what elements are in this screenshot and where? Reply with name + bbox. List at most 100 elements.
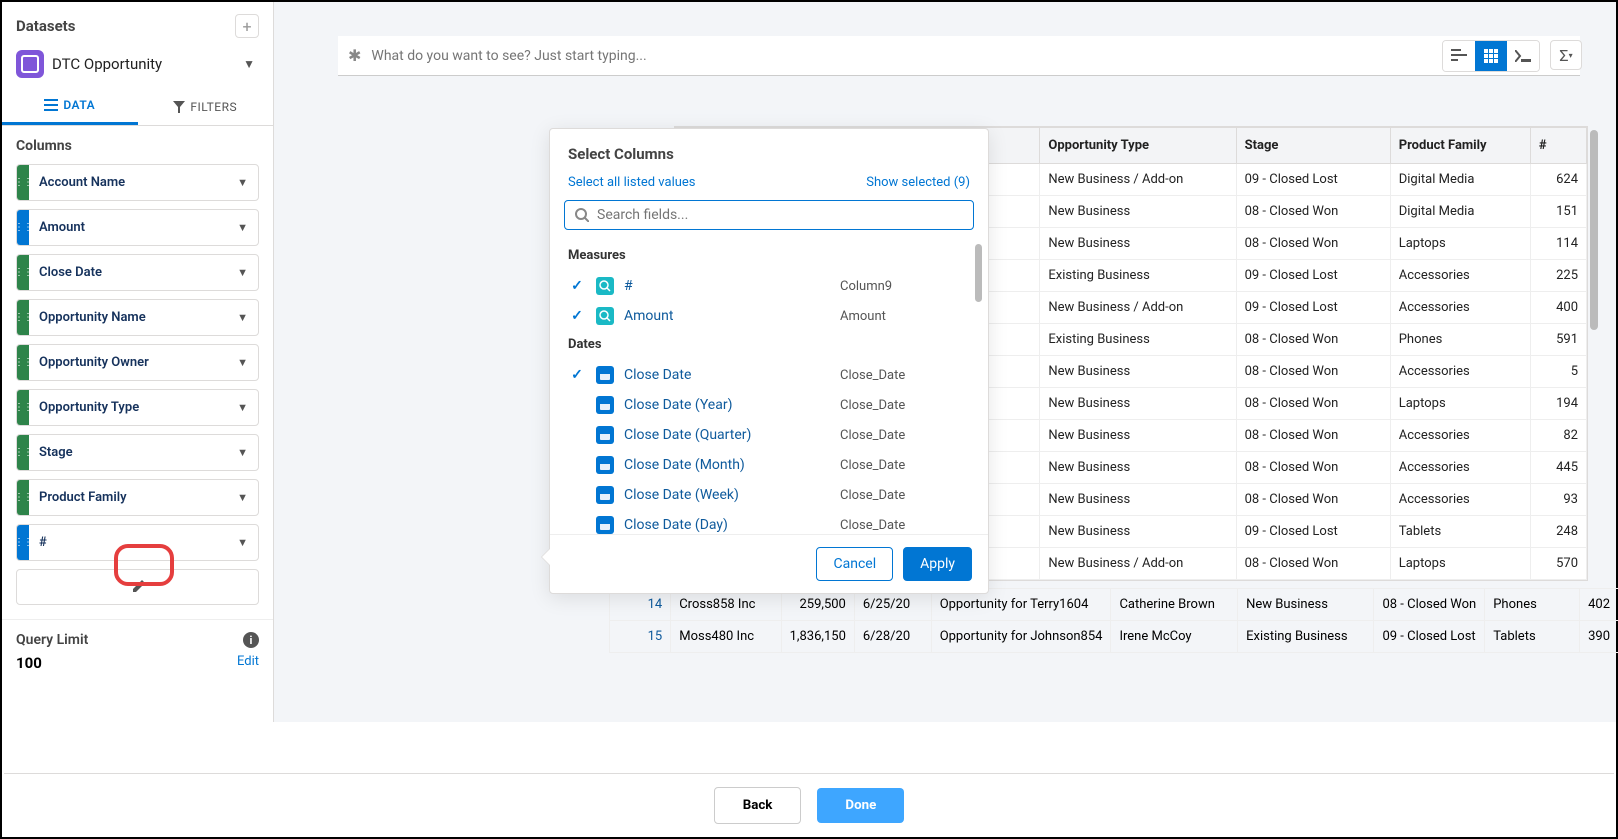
functions-button[interactable]: Σ▾	[1550, 40, 1582, 70]
dataset-selector[interactable]: DTC Opportunity ▼	[2, 46, 273, 88]
table-cell: Opportunity for Johnson854	[931, 621, 1111, 653]
chevron-down-icon[interactable]: ▼	[227, 401, 258, 414]
chevron-down-icon[interactable]: ▼	[227, 536, 258, 549]
sparkle-icon: ✱	[348, 46, 361, 65]
chevron-down-icon[interactable]: ▼	[227, 491, 258, 504]
info-icon[interactable]: i	[243, 632, 259, 648]
column-pill[interactable]: ⋮⋮ Close Date ▼	[16, 254, 259, 291]
column-header[interactable]: #	[1530, 128, 1586, 164]
column-pill[interactable]: ⋮⋮ Stage ▼	[16, 434, 259, 471]
column-pill[interactable]: ⋮⋮ Product Family ▼	[16, 479, 259, 516]
table-cell: Laptops	[1390, 228, 1530, 260]
chevron-down-icon[interactable]: ▼	[227, 266, 258, 279]
terminal-icon	[1515, 50, 1531, 62]
field-search-input[interactable]	[597, 207, 963, 223]
query-mode-button[interactable]	[1507, 41, 1539, 71]
done-button[interactable]: Done	[817, 788, 904, 823]
apply-button[interactable]: Apply	[903, 547, 972, 581]
table-cell: 08 - Closed Won	[1236, 388, 1390, 420]
field-row[interactable]: Close Date (Day) Close_Date	[568, 510, 970, 534]
table-cell: 6/28/20	[854, 621, 931, 653]
chevron-down-icon[interactable]: ▼	[227, 446, 258, 459]
drag-handle-icon[interactable]: ⋮⋮	[17, 525, 29, 560]
field-api-name: Amount	[840, 309, 970, 324]
calendar-icon	[599, 489, 611, 501]
table-cell: Tablets	[1485, 621, 1580, 653]
field-type-icon	[596, 366, 614, 384]
back-button[interactable]: Back	[714, 787, 802, 824]
search-icon	[575, 208, 589, 222]
field-row[interactable]: Close Date (Week) Close_Date	[568, 480, 970, 510]
table-row[interactable]: 15Moss480 Inc1,836,1506/28/20Opportunity…	[610, 621, 1618, 653]
add-dataset-button[interactable]: +	[235, 14, 259, 38]
table-view-button[interactable]	[1475, 41, 1507, 71]
drag-handle-icon[interactable]: ⋮⋮	[17, 255, 29, 290]
column-header[interactable]: Product Family	[1390, 128, 1530, 164]
field-group-label: Measures	[568, 248, 970, 263]
column-pill[interactable]: ⋮⋮ Account Name ▼	[16, 164, 259, 201]
select-all-link[interactable]: Select all listed values	[568, 175, 696, 190]
column-header[interactable]: Opportunity Type	[1040, 128, 1236, 164]
table-cell: 09 - Closed Lost	[1374, 621, 1485, 653]
chevron-down-icon[interactable]: ▼	[227, 221, 258, 234]
tab-data[interactable]: DATA	[2, 88, 138, 125]
drag-handle-icon[interactable]: ⋮⋮	[17, 210, 29, 245]
table-cell: 390	[1580, 621, 1618, 653]
chevron-down-icon[interactable]: ▼	[227, 176, 258, 189]
column-pill[interactable]: ⋮⋮ Opportunity Name ▼	[16, 299, 259, 336]
table-cell: 402	[1580, 589, 1618, 621]
filter-icon	[173, 101, 185, 113]
chevron-down-icon[interactable]: ▼	[227, 356, 258, 369]
table-cell: 194	[1530, 388, 1586, 420]
tab-filters[interactable]: FILTERS	[138, 88, 274, 125]
table-cell: 400	[1530, 292, 1586, 324]
table-cell: Digital Media	[1390, 196, 1530, 228]
popover-scrollbar[interactable]	[975, 244, 982, 302]
field-row[interactable]: Close Date (Month) Close_Date	[568, 450, 970, 480]
field-label: Close Date (Year)	[624, 397, 830, 413]
drag-handle-icon[interactable]: ⋮⋮	[17, 480, 29, 515]
drag-handle-icon[interactable]: ⋮⋮	[17, 345, 29, 380]
table-cell: New Business	[1040, 388, 1236, 420]
field-api-name: Close_Date	[840, 458, 970, 473]
field-type-icon	[596, 456, 614, 474]
field-label: Amount	[624, 308, 830, 324]
column-header[interactable]: Stage	[1236, 128, 1390, 164]
table-cell: Phones	[1390, 324, 1530, 356]
field-search[interactable]	[564, 200, 974, 230]
table-cell: Moss480 Inc	[671, 621, 781, 653]
drag-handle-icon[interactable]: ⋮⋮	[17, 435, 29, 470]
field-type-icon	[596, 426, 614, 444]
query-input[interactable]	[371, 48, 1540, 64]
column-pill[interactable]: ⋮⋮ Opportunity Owner ▼	[16, 344, 259, 381]
drag-handle-icon[interactable]: ⋮⋮	[17, 300, 29, 335]
drag-handle-icon[interactable]: ⋮⋮	[17, 390, 29, 425]
query-bar: ✱ ▶	[338, 36, 1580, 76]
table-cell: 08 - Closed Won	[1236, 484, 1390, 516]
cancel-button[interactable]: Cancel	[816, 547, 893, 581]
drag-handle-icon[interactable]: ⋮⋮	[17, 165, 29, 200]
show-selected-link[interactable]: Show selected (9)	[866, 175, 970, 190]
column-pill[interactable]: ⋮⋮ # ▼	[16, 524, 259, 561]
field-row[interactable]: ✓ Amount Amount	[568, 301, 970, 331]
canvas: ✱ ▶ Σ▾ ity NameOpportunity OwnerOpport	[274, 2, 1616, 722]
table-cell: New Business / Add-on	[1040, 292, 1236, 324]
column-pill-label: Account Name	[29, 165, 227, 200]
scrollbar[interactable]	[1590, 130, 1598, 330]
footer: Back Done	[4, 773, 1614, 837]
field-row[interactable]: Close Date (Year) Close_Date	[568, 390, 970, 420]
edit-columns-button[interactable]	[16, 569, 259, 605]
column-pill-label: Amount	[29, 210, 227, 245]
query-limit-edit[interactable]: Edit	[237, 654, 259, 672]
column-pill-label: Stage	[29, 435, 227, 470]
field-row[interactable]: Close Date (Quarter) Close_Date	[568, 420, 970, 450]
column-pill[interactable]: ⋮⋮ Opportunity Type ▼	[16, 389, 259, 426]
chevron-down-icon[interactable]: ▼	[227, 311, 258, 324]
field-label: Close Date (Week)	[624, 487, 830, 503]
column-pill[interactable]: ⋮⋮ Amount ▼	[16, 209, 259, 246]
table-cell: 08 - Closed Won	[1236, 420, 1390, 452]
table-cell: New Business	[1040, 484, 1236, 516]
chart-view-button[interactable]	[1443, 41, 1475, 71]
field-row[interactable]: ✓ # Column9	[568, 271, 970, 301]
field-row[interactable]: ✓ Close Date Close_Date	[568, 360, 970, 390]
